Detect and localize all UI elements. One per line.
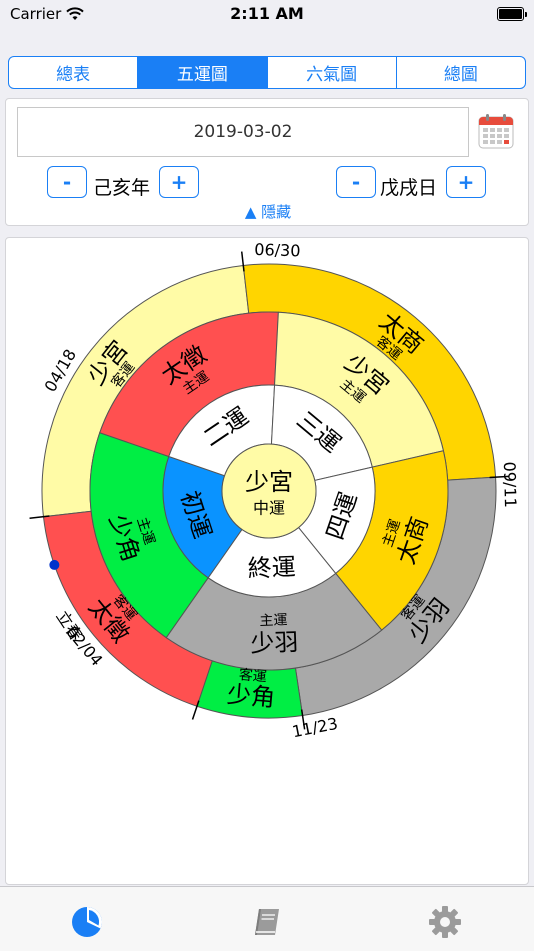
segment-five-phases-chart[interactable]: 五運圖 <box>137 57 267 88</box>
boundary-date-label: 09/11 <box>500 461 520 508</box>
day-label: 戊戌日 <box>380 177 438 199</box>
year-plus-button[interactable]: + <box>159 166 199 198</box>
view-segmented-control[interactable]: 總表 五運圖 六氣圖 總圖 <box>8 56 526 89</box>
center-subtitle: 中運 <box>253 499 285 518</box>
current-date-marker <box>49 559 60 570</box>
host-sector-name: 少羽 <box>250 628 299 658</box>
boundary-date-label: 06/30 <box>254 240 301 261</box>
date-control-panel: 2019-03-02 - 己亥年 + - 戊戌日 + ▲ 隱藏 <box>5 98 529 226</box>
segment-overall-chart[interactable]: 總圖 <box>395 57 525 88</box>
tab-bar <box>0 886 534 951</box>
inner-sector-label: 終運 <box>247 553 296 583</box>
date-field[interactable]: 2019-03-02 <box>17 107 469 157</box>
segment-six-qi-chart[interactable]: 六氣圖 <box>266 57 396 88</box>
year-label: 己亥年 <box>93 177 151 199</box>
clock: 2:11 AM <box>230 4 304 23</box>
hide-toggle-link[interactable]: ▲ 隱藏 <box>6 201 530 222</box>
segment-summary-table[interactable]: 總表 <box>9 57 137 88</box>
status-bar: Carrier 2:11 AM <box>0 0 534 30</box>
calendar-icon[interactable] <box>478 113 514 149</box>
gear-icon[interactable] <box>428 905 462 939</box>
host-sector-sub: 主運 <box>259 612 288 629</box>
guest-sector-name: 少角 <box>226 680 276 712</box>
boundary-date-label: 11/23 <box>291 714 340 741</box>
battery-icon <box>497 7 527 21</box>
five-phases-wheel: 少宮中運初運二運 三運四運終運少角主運太徵主運 少宮主運太商主運少羽主運少宮客運太商… <box>29 240 520 741</box>
day-minus-button[interactable]: - <box>336 166 376 198</box>
year-minus-button[interactable]: - <box>47 166 87 198</box>
five-phases-chart-panel: 少宮 中運 初運 二運 三運 四運 終運 少角 主運 太徵 主運 少宮 主運 太商 主運 少羽 主運 少宮 客運 太商… <box>5 237 529 885</box>
book-icon[interactable] <box>250 905 284 939</box>
pie-chart-icon[interactable] <box>70 905 104 939</box>
guest-sector-sub: 客運 <box>238 666 267 685</box>
center-title: 少宮 <box>245 468 293 496</box>
day-plus-button[interactable]: + <box>446 166 486 198</box>
